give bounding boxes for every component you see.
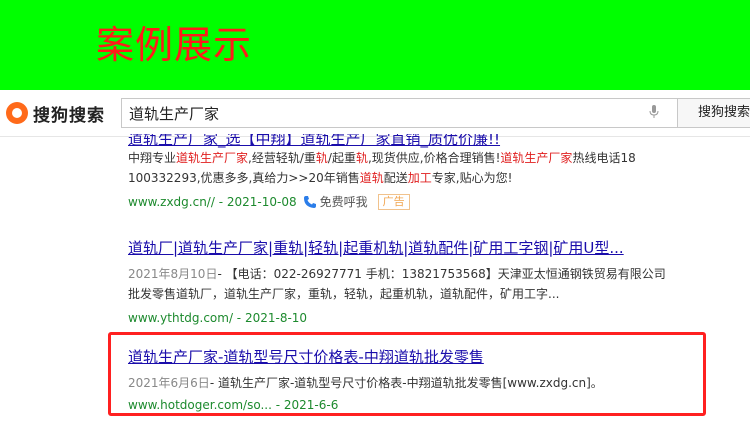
search-result-1: 道轨生产厂家_选【中翔】道轨生产厂家直销_质优价廉!! 中翔专业道轨生产厂家,经… [128, 134, 728, 212]
search-input[interactable]: 道轨生产厂家 [121, 98, 677, 128]
result-date: 2021年6月6日 [128, 376, 210, 390]
result-url[interactable]: www.zxdg.cn// - 2021-10-08 [128, 192, 297, 212]
result-date: 2021年8月10日 [128, 267, 218, 281]
result-url-row: www.hotdoger.com/so... - 2021-6-6 [128, 395, 728, 415]
microphone-icon[interactable] [649, 105, 659, 119]
search-bar: 搜狗搜索 道轨生产厂家 搜狗搜索 [0, 90, 750, 137]
logo-text: 搜狗搜索 [33, 105, 105, 126]
result-title-link[interactable]: 道轨厂|道轨生产厂家|重轨|轻轨|起重机轨|道轨配件|矿用工字钢|矿用U型... [128, 238, 728, 258]
result-url-row: www.ythtdg.com/ - 2021-8-10 [128, 308, 728, 328]
search-result-3: 道轨生产厂家-道轨型号尺寸价格表-中翔道轨批发零售 2021年6月6日- 道轨生… [128, 347, 728, 415]
ad-badge: 广告 [377, 194, 410, 210]
sogou-logo[interactable]: 搜狗搜索 [6, 99, 105, 127]
free-call-link[interactable]: 免费呼我 [320, 192, 368, 212]
search-query-text: 道轨生产厂家 [129, 105, 220, 123]
banner-title: 案例展示 [96, 23, 253, 67]
result-title-link[interactable]: 道轨生产厂家_选【中翔】道轨生产厂家直销_质优价廉!! [128, 134, 728, 148]
result-snippet-line: 2021年6月6日- 道轨生产厂家-道轨型号尺寸价格表-中翔道轨批发零售[www… [128, 373, 728, 393]
banner: 案例展示 [0, 0, 750, 90]
sogou-logo-icon [6, 102, 28, 124]
result-snippet-line: 批发零售道轨厂，道轨生产厂家，重轨，轻轨，起重机轨，道轨配件，矿用工字... [128, 287, 560, 301]
result-snippet-text: - 道轨生产厂家-道轨型号尺寸价格表-中翔道轨批发零售[www.zxdg.cn]… [209, 376, 603, 390]
result-url[interactable]: www.ythtdg.com/ - 2021-8-10 [128, 308, 307, 328]
result-snippet-line: 2021年8月10日- 【电话：022-26927771 手机：13821753… [128, 264, 728, 284]
search-result-2: 道轨厂|道轨生产厂家|重轨|轻轨|起重机轨|道轨配件|矿用工字钢|矿用U型...… [128, 238, 728, 328]
search-button[interactable]: 搜狗搜索 [677, 98, 750, 128]
phone-icon[interactable] [303, 195, 317, 209]
result-snippet-text: - 【电话：022-26927771 手机：13821753568】天津亚太恒通… [217, 267, 666, 281]
result-snippet-line: 中翔专业道轨生产厂家,经营轻轨/重轨/起重轨,现货供应,价格合理销售!道轨生产厂… [128, 151, 636, 165]
result-url[interactable]: www.hotdoger.com/so... - 2021-6-6 [128, 395, 338, 415]
result-snippet-line: 100332293,优惠多多,真给力>>20年销售道轨配送加工专家,贴心为您! [128, 171, 513, 185]
result-url-row: www.zxdg.cn// - 2021-10-08 免费呼我 广告 [128, 192, 728, 212]
result-title-link[interactable]: 道轨生产厂家-道轨型号尺寸价格表-中翔道轨批发零售 [128, 347, 728, 367]
